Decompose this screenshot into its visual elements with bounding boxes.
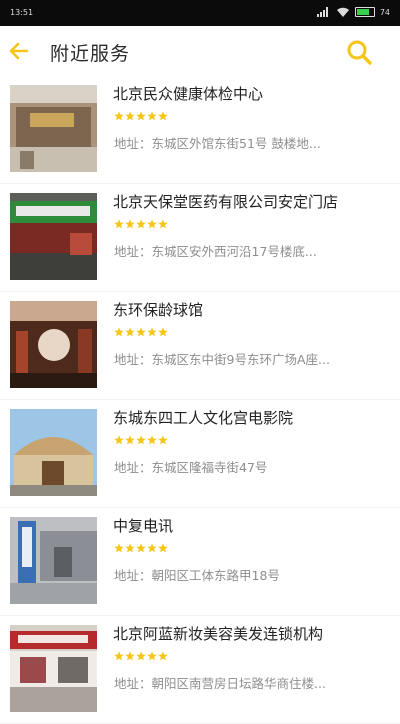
search-icon[interactable] [345, 38, 373, 66]
back-arrow-icon[interactable] [6, 38, 32, 64]
status-time: 13:51 [10, 8, 34, 17]
item-address: 地址：东城区安外西河沿17号楼底... [114, 244, 317, 259]
battery-icon [354, 7, 375, 17]
thumbnail-image [10, 517, 97, 604]
star-icon [158, 435, 168, 445]
thumbnail-image [10, 301, 97, 388]
item-address: 地址：朝阳区工体东路甲18号 [114, 568, 280, 583]
star-icon [147, 435, 157, 445]
battery-percent: 74 [379, 7, 390, 17]
star-icon [114, 327, 124, 337]
item-name: 中复电讯 [113, 517, 174, 535]
list-item[interactable]: 北京民众健康体检中心 地址：东城区外馆东街51号 鼓楼地... [0, 76, 400, 184]
star-icon [158, 327, 168, 337]
star-rating [114, 651, 168, 661]
star-icon [125, 651, 135, 661]
item-name: 北京阿蓝新妆美容美发连锁机构 [113, 625, 324, 643]
item-address: 地址：东城区东中街9号东环广场A座... [114, 352, 330, 367]
item-name: 东城东四工人文化宫电影院 [113, 409, 294, 427]
wifi-icon [336, 7, 349, 17]
page-title: 附近服务 [50, 43, 131, 65]
thumbnail-image [10, 409, 97, 496]
star-icon [136, 543, 146, 553]
thumbnail-image [10, 193, 97, 280]
item-address: 地址：东城区隆福寺街47号 [114, 460, 268, 475]
star-icon [125, 543, 135, 553]
star-icon [125, 219, 135, 229]
signal-icon [316, 7, 328, 17]
app-header: 附近服务 [0, 26, 400, 76]
list-item[interactable]: 北京阿蓝新妆美容美发连锁机构 地址：朝阳区南营房日坛路华商住楼... [0, 616, 400, 724]
star-rating [114, 543, 168, 553]
thumbnail-image [10, 625, 97, 712]
star-icon [147, 651, 157, 661]
item-name: 北京民众健康体检中心 [113, 85, 264, 103]
star-icon [114, 651, 124, 661]
item-name: 北京天保堂医药有限公司安定门店 [113, 193, 339, 211]
star-icon [136, 219, 146, 229]
list-item[interactable]: 东城东四工人文化宫电影院 地址：东城区隆福寺街47号 [0, 400, 400, 508]
list-item[interactable]: 北京天保堂医药有限公司安定门店 地址：东城区安外西河沿17号楼底... [0, 184, 400, 292]
star-icon [158, 651, 168, 661]
star-icon [158, 219, 168, 229]
star-icon [125, 111, 135, 121]
service-list: 北京民众健康体检中心 地址：东城区外馆东街51号 鼓楼地... 北京天保堂医药有… [0, 76, 400, 724]
star-icon [114, 435, 124, 445]
star-icon [114, 219, 124, 229]
star-icon [147, 219, 157, 229]
star-rating [114, 435, 168, 445]
item-name: 东环保龄球馆 [113, 301, 204, 319]
status-bar: 13:51 74 [0, 0, 400, 26]
star-icon [147, 327, 157, 337]
star-icon [147, 111, 157, 121]
star-icon [114, 543, 124, 553]
status-icons: 74 [316, 7, 390, 17]
item-address: 地址：东城区外馆东街51号 鼓楼地... [114, 136, 321, 151]
star-icon [136, 327, 146, 337]
star-icon [158, 543, 168, 553]
star-rating [114, 111, 168, 121]
star-icon [125, 435, 135, 445]
star-icon [114, 111, 124, 121]
list-item[interactable]: 中复电讯 地址：朝阳区工体东路甲18号 [0, 508, 400, 616]
thumbnail-image [10, 85, 97, 172]
star-icon [136, 651, 146, 661]
star-icon [158, 111, 168, 121]
list-item[interactable]: 东环保龄球馆 地址：东城区东中街9号东环广场A座... [0, 292, 400, 400]
item-address: 地址：朝阳区南营房日坛路华商住楼... [114, 676, 326, 691]
star-icon [125, 327, 135, 337]
star-icon [136, 435, 146, 445]
star-rating [114, 327, 168, 337]
star-icon [136, 111, 146, 121]
star-icon [147, 543, 157, 553]
star-rating [114, 219, 168, 229]
